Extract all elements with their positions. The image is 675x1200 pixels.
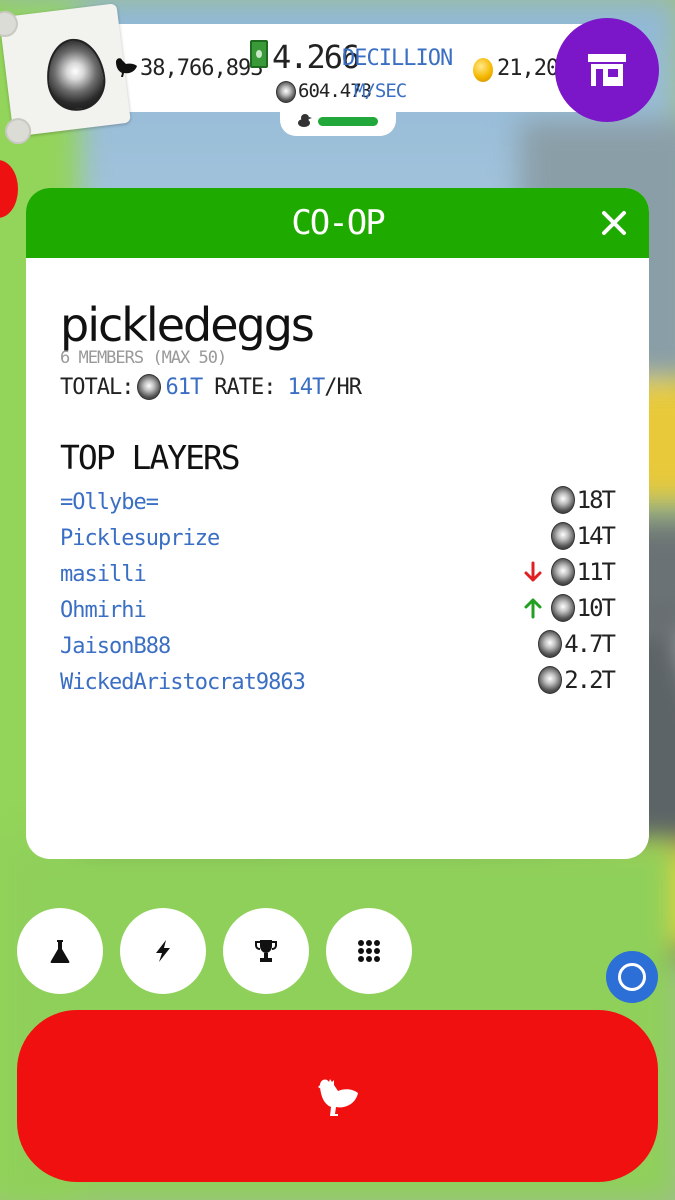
player-name[interactable]: Picklesuprize [60, 526, 220, 551]
player-row[interactable]: JaisonB88 4.7T [60, 628, 616, 664]
close-icon[interactable] [599, 208, 629, 238]
trophy-button[interactable] [223, 908, 309, 994]
panel-header: CO-OP [26, 188, 649, 258]
player-name[interactable]: JaisonB88 [60, 634, 171, 659]
egg-icon [550, 558, 575, 586]
player-name[interactable]: Ohmirhi [60, 598, 147, 623]
coop-panel: CO-OP pickledeggs 6 MEMBERS (MAX 50) TOT… [26, 188, 649, 859]
rate-value: 14T [287, 374, 325, 400]
player-eggs: 4.7T [564, 630, 616, 658]
egg-rate-icon [276, 81, 296, 103]
player-name[interactable]: =Ollybe= [60, 490, 159, 515]
cash-unit: DECILLION [342, 46, 453, 71]
hatch-chicken-button[interactable] [17, 1010, 658, 1182]
player-row[interactable]: WickedAristocrat9863 2.2T [60, 664, 616, 700]
golden-egg-icon [473, 58, 493, 82]
player-row[interactable]: masilli 11T [60, 556, 616, 592]
member-count: 6 MEMBERS (MAX 50) [60, 348, 227, 368]
player-row[interactable]: Picklesuprize 14T [60, 520, 616, 556]
player-row[interactable]: Ohmirhi 10T [60, 592, 616, 628]
player-eggs: 10T [576, 594, 616, 622]
egg-icon [550, 486, 575, 514]
flask-icon [50, 940, 70, 963]
chicken-icon [317, 1079, 358, 1116]
player-name[interactable]: masilli [60, 562, 147, 587]
egg-icon [550, 594, 575, 622]
cash-icon [250, 40, 268, 68]
player-eggs: 11T [576, 558, 616, 586]
camera-toggle-button[interactable] [606, 951, 658, 1003]
egg-icon [538, 666, 563, 694]
player-row[interactable]: =Ollybe= 18T [60, 484, 616, 520]
chicken-icon [116, 58, 137, 77]
egg-icon [42, 35, 109, 115]
panel-title: CO-OP [291, 203, 385, 243]
player-eggs: 2.2T [564, 666, 616, 694]
top-layers-heading: TOP LAYERS [60, 438, 241, 477]
menu-button[interactable] [326, 908, 412, 994]
chick-icon [298, 114, 312, 127]
coop-name: pickledeggs [60, 298, 315, 352]
circle-icon [618, 963, 646, 991]
earning-rate-unit: M/SEC [354, 80, 407, 102]
egg-icon [550, 522, 575, 550]
chicken-count: 38,766,893 [140, 56, 263, 81]
total-label: TOTAL: [60, 374, 134, 400]
grid-icon [358, 940, 380, 962]
lightning-icon [156, 940, 170, 962]
egg-scroll[interactable] [0, 3, 131, 137]
player-eggs: 18T [576, 486, 616, 514]
coop-totals: TOTAL: 61T RATE: 14T /HR [60, 374, 362, 400]
rate-label: RATE: [214, 374, 276, 400]
research-button[interactable] [17, 908, 103, 994]
boosts-button[interactable] [120, 908, 206, 994]
player-list: =Ollybe= 18T Picklesuprize 14T masilli 1… [60, 484, 616, 700]
egg-icon [538, 630, 563, 658]
shop-icon [588, 54, 626, 86]
egg-icon [137, 374, 162, 400]
player-eggs: 14T [576, 522, 616, 550]
shop-button[interactable] [555, 18, 659, 122]
total-value: 61T [165, 374, 203, 400]
player-name[interactable]: WickedAristocrat9863 [60, 670, 306, 695]
rate-unit: /HR [324, 374, 362, 400]
arrow-up-icon [524, 598, 542, 619]
hatchery-tab[interactable] [280, 104, 396, 136]
hatchery-progress-bar [318, 117, 378, 126]
arrow-down-icon [524, 561, 542, 582]
trophy-icon [255, 940, 277, 962]
